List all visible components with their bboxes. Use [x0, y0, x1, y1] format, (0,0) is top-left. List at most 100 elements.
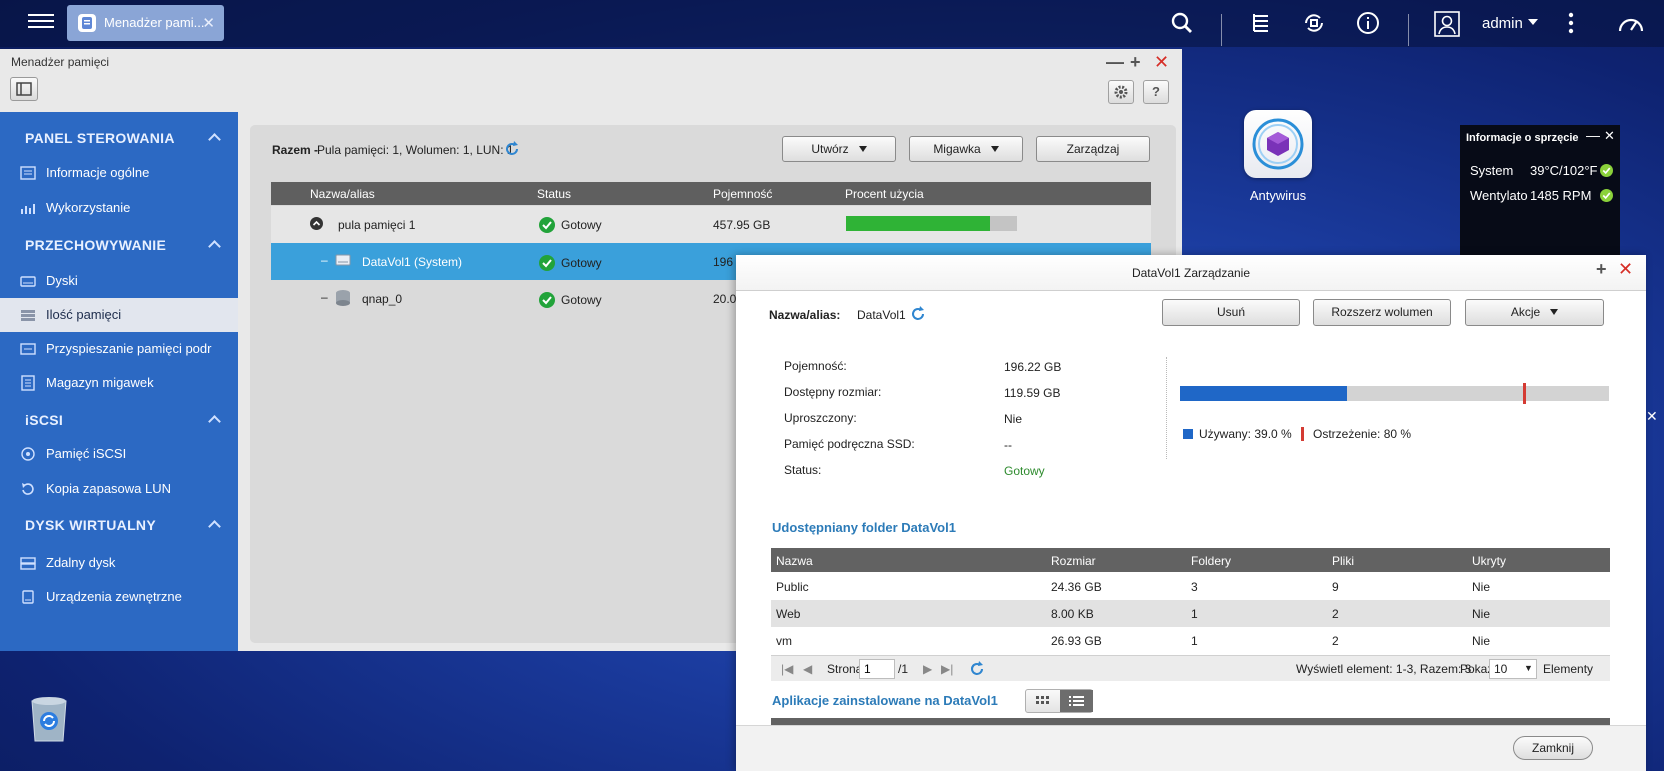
table-row[interactable]: pula pamięci 1 Gotowy 457.95 GB [271, 206, 1151, 243]
column-header[interactable]: Nazwa/alias [310, 187, 375, 201]
external-devices-icon[interactable] [1302, 11, 1326, 35]
dialog-footer: Zamknij [736, 725, 1646, 771]
legend-used: Używany: 39.0 % [1199, 427, 1292, 441]
sidebar-item-lun-backup[interactable]: Kopia zapasowa LUN [0, 472, 238, 506]
sidebar-section-control-panel[interactable]: PANEL STEROWANIA [25, 130, 175, 146]
collapse-icon[interactable] [310, 217, 323, 233]
actions-button-label: Akcje [1510, 305, 1541, 319]
window-minimize-button[interactable]: — [1106, 52, 1124, 73]
sidebar-item-usage[interactable]: Wykorzystanie [0, 191, 238, 225]
task-tab-close-icon[interactable]: ✕ [202, 14, 215, 32]
table-row[interactable]: Public 24.36 GB 3 9 Nie [771, 573, 1610, 600]
actions-button[interactable]: Akcje [1465, 299, 1604, 326]
last-page-icon[interactable]: ▶| [941, 662, 953, 676]
chevron-up-icon[interactable] [208, 520, 221, 533]
close-icon[interactable]: ✕ [1646, 408, 1658, 425]
sidebar-item-cache-acceleration[interactable]: Przyspieszanie pamięci podr [0, 332, 238, 366]
summary-label: Razem - [272, 143, 319, 157]
more-options-icon[interactable] [1566, 11, 1590, 35]
property-label: Pojemność: [784, 359, 847, 373]
table-row[interactable]: Web 8.00 KB 1 2 Nie [771, 600, 1610, 627]
dialog-maximize-button[interactable]: + [1596, 259, 1607, 280]
folder-size: 24.36 GB [1051, 580, 1102, 594]
grid-view-icon[interactable] [1026, 690, 1059, 712]
chevron-down-icon: ▼ [1524, 663, 1533, 673]
sidebar-section-storage[interactable]: PRZECHOWYWANIE [25, 237, 166, 253]
dashboard-gauge-icon[interactable] [1617, 11, 1644, 35]
remove-button[interactable]: Usuń [1162, 299, 1300, 326]
volume-name: DataVol1 (System) [362, 255, 463, 269]
recycle-bin-icon[interactable] [27, 693, 71, 743]
create-button[interactable]: Utwórz [782, 136, 896, 162]
sidebar-section-virtual-disk[interactable]: DYSK WIRTUALNY [25, 517, 156, 533]
widget-minimize-icon[interactable]: — [1586, 127, 1600, 143]
column-header[interactable]: Procent użycia [845, 187, 924, 201]
antivirus-app-icon[interactable] [1244, 110, 1312, 178]
hw-row-value: 39°C/102°F [1530, 163, 1598, 178]
sidebar-item-iscsi-storage[interactable]: Pamięć iSCSI [0, 437, 238, 471]
page-number-input[interactable] [859, 659, 895, 679]
sidebar-item-label: Urządzenia zewnętrzne [46, 589, 182, 604]
column-header[interactable]: Foldery [1191, 554, 1231, 568]
legend-used-swatch [1183, 429, 1193, 439]
volume-icon [335, 252, 351, 271]
column-header[interactable]: Status [537, 187, 571, 201]
sidebar-item-external-devices[interactable]: Urządzenia zewnętrzne [0, 580, 238, 614]
layout-toggle-button[interactable] [10, 77, 38, 101]
pool-name: pula pamięci 1 [338, 218, 416, 232]
sidebar-section-iscsi[interactable]: iSCSI [25, 412, 63, 428]
folder-name: Web [776, 607, 801, 621]
column-header[interactable]: Rozmiar [1051, 554, 1096, 568]
chevron-up-icon[interactable] [208, 133, 221, 146]
column-header[interactable]: Nazwa [776, 554, 813, 568]
help-button[interactable]: ? [1143, 80, 1169, 104]
task-tab-storage-manager[interactable]: Menadżer pami... ✕ [67, 5, 224, 41]
user-avatar-icon[interactable] [1434, 11, 1460, 37]
close-button[interactable]: Zamknij [1513, 736, 1593, 760]
page-label: Strona [827, 662, 863, 676]
window-close-button[interactable]: ✕ [1154, 52, 1169, 73]
info-icon[interactable] [1356, 11, 1380, 35]
hidden-flag: Nie [1472, 634, 1491, 648]
snapshot-button[interactable]: Migawka [909, 136, 1023, 162]
chevron-up-icon[interactable] [208, 240, 221, 253]
sidebar-item-remote-disk[interactable]: Zdalny dysk [0, 546, 238, 580]
widget-close-icon[interactable]: ✕ [1604, 128, 1615, 144]
dialog-close-button[interactable]: ✕ [1618, 259, 1633, 280]
sidebar-item-disks[interactable]: Dyski [0, 264, 238, 298]
sidebar-item-label: Zdalny dysk [46, 555, 116, 570]
capacity-value: 196 [713, 255, 734, 269]
manage-button[interactable]: Zarządzaj [1036, 136, 1150, 162]
storage-icon [20, 307, 36, 323]
disk-icon [20, 273, 36, 289]
next-page-icon[interactable]: ▶ [923, 662, 932, 676]
refresh-icon[interactable] [910, 306, 926, 322]
list-view-icon[interactable] [1060, 690, 1093, 712]
legend-warning: Ostrzeżenie: 80 % [1313, 427, 1412, 441]
settings-button[interactable] [1108, 80, 1134, 104]
page-size-select[interactable]: 10 ▼ [1489, 659, 1537, 679]
expand-volume-button[interactable]: Rozszerz wolumen [1313, 299, 1451, 326]
chevron-down-icon[interactable] [1528, 19, 1538, 25]
background-tasks-icon[interactable] [1249, 11, 1273, 35]
prev-page-icon[interactable]: ◀ [803, 662, 812, 676]
bar-chart-icon [20, 200, 36, 216]
first-page-icon[interactable]: |◀ [781, 662, 793, 676]
column-header[interactable]: Ukryty [1472, 554, 1506, 568]
search-icon[interactable] [1170, 11, 1194, 35]
sidebar-item-snapshot-vault[interactable]: Magazyn migawek [0, 366, 238, 400]
refresh-icon[interactable] [504, 141, 520, 157]
column-header[interactable]: Pliki [1332, 554, 1354, 568]
column-header[interactable]: Pojemność [713, 187, 772, 201]
usage-progress-bar [846, 216, 1017, 231]
chevron-up-icon[interactable] [208, 415, 221, 428]
main-menu-button[interactable] [28, 10, 54, 34]
refresh-icon[interactable] [969, 661, 985, 680]
window-maximize-button[interactable]: + [1130, 52, 1141, 73]
sidebar-item-storage-space[interactable]: Ilość pamięci [0, 298, 238, 332]
table-row[interactable]: vm 26.93 GB 1 2 Nie [771, 627, 1610, 654]
property-value: -- [1004, 438, 1012, 452]
sidebar-item-overview[interactable]: Informacje ogólne [0, 156, 238, 190]
user-name[interactable]: admin [1482, 15, 1523, 32]
page-total: /1 [898, 662, 909, 676]
